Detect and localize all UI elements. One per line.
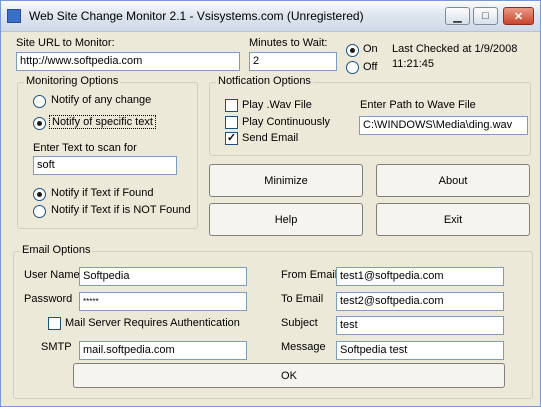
exit-button[interactable]: Exit bbox=[376, 203, 530, 236]
subject-label: Subject bbox=[281, 317, 318, 329]
message-input[interactable]: Softpedia test bbox=[336, 341, 504, 360]
about-button-label: About bbox=[438, 174, 468, 187]
minimize-icon: ▁ bbox=[453, 10, 462, 23]
auth-label: Mail Server Requires Authentication bbox=[65, 317, 240, 329]
help-button-label: Help bbox=[274, 213, 298, 226]
ok-button-label: OK bbox=[281, 369, 297, 382]
last-checked-label: Last Checked at 1/9/2008 bbox=[392, 43, 518, 55]
to-email-input[interactable]: test2@softpedia.com bbox=[336, 292, 504, 311]
scan-text-input[interactable]: soft bbox=[33, 156, 177, 175]
smtp-input[interactable]: mail.softpedia.com bbox=[79, 341, 247, 360]
user-name-label: User Name bbox=[24, 269, 80, 281]
if-not-found-radio[interactable] bbox=[33, 205, 46, 218]
close-icon: ✕ bbox=[513, 10, 524, 23]
smtp-label: SMTP bbox=[41, 341, 72, 353]
wave-path-label: Enter Path to Wave File bbox=[360, 99, 476, 111]
app-icon bbox=[7, 9, 21, 23]
user-name-input[interactable]: Softpedia bbox=[79, 267, 247, 286]
maximize-window-button[interactable]: □ bbox=[473, 7, 498, 25]
play-wav-checkbox[interactable] bbox=[225, 99, 238, 112]
checkmark-icon: ✓ bbox=[226, 132, 237, 144]
monitor-off-radio[interactable] bbox=[346, 61, 359, 74]
if-found-radio[interactable] bbox=[33, 188, 46, 201]
if-not-found-label: Notify if Text if is NOT Found bbox=[51, 204, 191, 216]
password-input[interactable]: ***** bbox=[79, 292, 247, 311]
monitor-on-label: On bbox=[363, 43, 378, 55]
to-email-label: To Email bbox=[281, 293, 324, 305]
send-email-checkbox[interactable]: ✓ bbox=[225, 132, 238, 145]
from-email-input[interactable]: test1@softpedia.com bbox=[336, 267, 504, 286]
help-button[interactable]: Help bbox=[209, 203, 363, 236]
minimize-window-button[interactable]: ▁ bbox=[445, 7, 470, 25]
specific-text-radio[interactable] bbox=[33, 117, 46, 130]
main-window: Web Site Change Monitor 2.1 - Vsisystems… bbox=[0, 0, 541, 407]
wave-path-input[interactable]: C:\WINDOWS\Media\ding.wav bbox=[359, 116, 528, 135]
play-wav-label: Play .Wav File bbox=[242, 99, 312, 111]
minimize-button[interactable]: Minimize bbox=[209, 164, 363, 197]
window-title: Web Site Change Monitor 2.1 - Vsisystems… bbox=[29, 9, 364, 23]
notification-options-title: Notfication Options bbox=[216, 75, 313, 87]
any-change-label: Notify of any change bbox=[51, 94, 152, 106]
subject-input[interactable]: test bbox=[336, 316, 504, 335]
title-bar[interactable]: Web Site Change Monitor 2.1 - Vsisystems… bbox=[1, 1, 540, 32]
minutes-input[interactable]: 2 bbox=[249, 52, 337, 71]
about-button[interactable]: About bbox=[376, 164, 530, 197]
minimize-button-label: Minimize bbox=[264, 174, 308, 187]
close-window-button[interactable]: ✕ bbox=[503, 7, 534, 25]
ok-button[interactable]: OK bbox=[73, 363, 505, 388]
auth-checkbox[interactable] bbox=[48, 317, 61, 330]
play-continuously-checkbox[interactable] bbox=[225, 116, 238, 129]
minutes-label: Minutes to Wait: bbox=[249, 37, 328, 49]
any-change-radio[interactable] bbox=[33, 95, 46, 108]
from-email-label: From Email bbox=[281, 269, 338, 281]
send-email-label: Send Email bbox=[242, 132, 299, 144]
url-input[interactable]: http://www.softpedia.com bbox=[16, 52, 240, 71]
email-options-title: Email Options bbox=[20, 244, 93, 256]
play-continuously-label: Play Continuously bbox=[242, 116, 331, 128]
if-found-label: Notify if Text if Found bbox=[51, 187, 154, 199]
last-checked-time: 11:21:45 bbox=[392, 58, 435, 70]
url-label: Site URL to Monitor: bbox=[16, 37, 115, 49]
exit-button-label: Exit bbox=[443, 213, 463, 226]
maximize-icon: □ bbox=[482, 10, 489, 22]
password-label: Password bbox=[24, 293, 73, 305]
specific-text-label: Notify of specific text bbox=[49, 115, 156, 129]
message-label: Message bbox=[281, 341, 326, 353]
monitor-off-label: Off bbox=[363, 61, 378, 73]
monitoring-options-title: Monitoring Options bbox=[24, 75, 121, 87]
monitor-on-radio[interactable] bbox=[346, 44, 359, 57]
scan-text-label: Enter Text to scan for bbox=[33, 142, 137, 154]
